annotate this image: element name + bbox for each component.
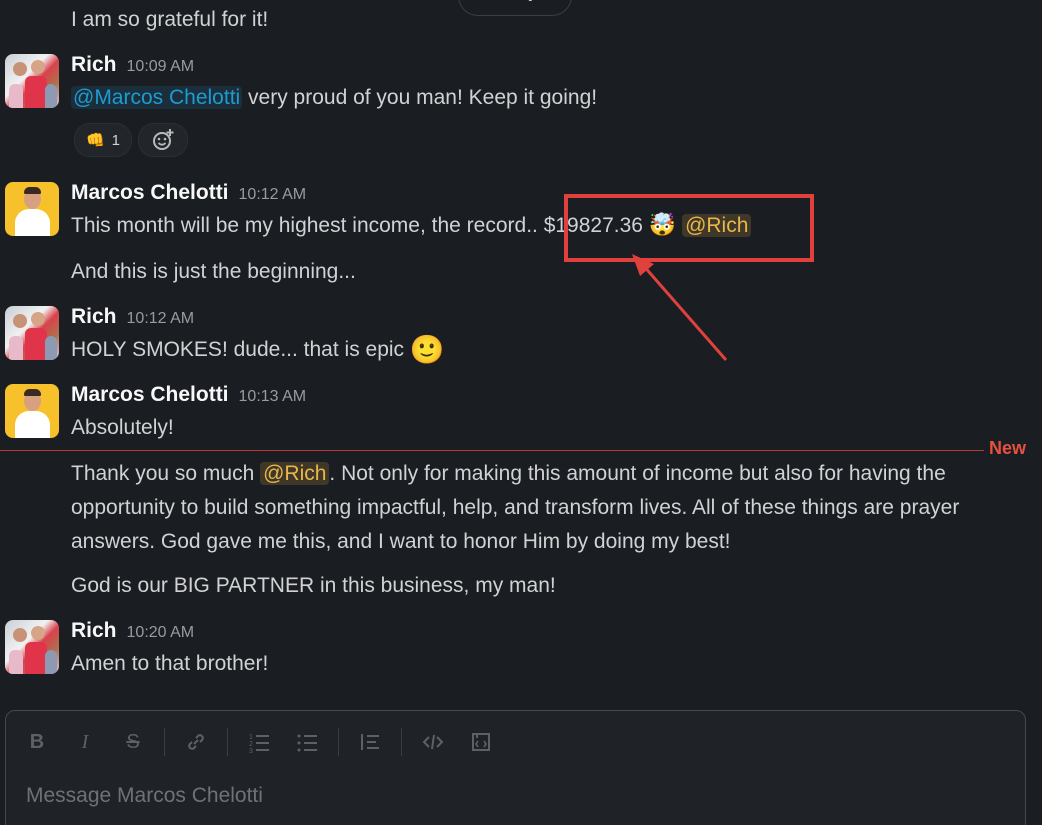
author-name[interactable]: Rich (71, 619, 117, 642)
new-messages-divider (0, 450, 984, 451)
author-name[interactable]: Rich (71, 305, 117, 328)
bulleted-list-icon[interactable] (290, 725, 324, 759)
avatar[interactable] (5, 620, 59, 674)
annotation-arrow (632, 254, 728, 361)
message-text: God is our BIG PARTNER in this business,… (71, 574, 556, 597)
message-text: HOLY SMOKES! dude... that is epic 🙂 (71, 333, 445, 367)
ordered-list-icon[interactable]: 123 (242, 725, 276, 759)
author-name[interactable]: Marcos Chelotti (71, 383, 229, 406)
toolbar-divider (401, 728, 402, 756)
message-author[interactable]: Rich 10:20 AM (71, 616, 194, 648)
strikethrough-icon[interactable]: S (116, 725, 150, 759)
avatar[interactable] (5, 182, 59, 236)
avatar[interactable] (5, 384, 59, 438)
link-icon[interactable] (179, 725, 213, 759)
message-author[interactable]: Rich 10:09 AM (71, 50, 194, 82)
toolbar-divider (164, 728, 165, 756)
chat-window: Today I am so grateful for it! Rich 10:09… (0, 0, 1042, 825)
message-timestamp[interactable]: 10:09 AM (127, 58, 195, 75)
message-input[interactable] (24, 783, 1018, 809)
bulleted-list-icon (297, 734, 317, 752)
user-mention[interactable]: @Rich (260, 462, 330, 485)
user-mention[interactable]: @Marcos Chelotti (71, 86, 243, 109)
link-icon (188, 734, 204, 750)
new-messages-label: New (989, 438, 1027, 458)
code-block-icon[interactable] (464, 725, 498, 759)
message-timestamp[interactable]: 10:12 AM (127, 310, 195, 327)
day-divider-pill[interactable]: Today (458, 0, 572, 16)
message-text: @Marcos Chelotti very proud of you man! … (71, 81, 597, 115)
message-author[interactable]: Rich 10:12 AM (71, 302, 194, 334)
toolbar-divider (227, 728, 228, 756)
svg-text:1: 1 (249, 734, 253, 741)
message-text: Absolutely! (71, 416, 174, 439)
reaction-pill[interactable]: 👊 1 (74, 123, 132, 157)
svg-text:2: 2 (249, 741, 253, 748)
message-text: I am so grateful for it! (71, 8, 269, 31)
author-name[interactable]: Rich (71, 53, 117, 76)
add-reaction-icon (153, 129, 174, 150)
message-body: Thank you so much (71, 462, 261, 485)
message-text: And this is just the beginning... (71, 260, 356, 283)
message-timestamp[interactable]: 10:12 AM (239, 186, 307, 203)
ordered-list-icon: 123 (249, 734, 269, 753)
author-name[interactable]: Marcos Chelotti (71, 181, 229, 204)
add-reaction-button[interactable] (138, 123, 188, 157)
formatting-toolbar: B I S 123 (6, 711, 512, 773)
toolbar-divider (338, 728, 339, 756)
message-body: very proud of you man! Keep it going! (242, 86, 598, 109)
smile-emoji-icon: 🙂 (409, 334, 445, 365)
message-body: HOLY SMOKES! dude... that is epic (71, 338, 405, 361)
message-timestamp[interactable]: 10:20 AM (127, 624, 195, 641)
message-composer: B I S 123 (5, 710, 1026, 825)
message-body: This month will be my highest income, th… (71, 214, 544, 237)
svg-text:3: 3 (249, 748, 253, 753)
blockquote-icon[interactable] (353, 725, 387, 759)
code-block-icon (472, 733, 490, 751)
bold-icon[interactable]: B (20, 725, 54, 759)
message-text: Amen to that brother! (71, 652, 269, 675)
code-icon (422, 734, 444, 750)
avatar[interactable] (5, 306, 59, 360)
blockquote-icon (361, 734, 379, 750)
message-author[interactable]: Marcos Chelotti 10:12 AM (71, 178, 306, 210)
italic-icon[interactable]: I (68, 725, 102, 759)
avatar[interactable] (5, 54, 59, 108)
message-text: Thank you so much @Rich. Not only for ma… (71, 457, 1031, 559)
code-icon[interactable] (416, 725, 450, 759)
reaction-count: 1 (111, 131, 121, 149)
message-timestamp[interactable]: 10:13 AM (239, 388, 307, 405)
fist-emoji-icon: 👊 (85, 132, 105, 149)
message-author[interactable]: Marcos Chelotti 10:13 AM (71, 380, 306, 412)
